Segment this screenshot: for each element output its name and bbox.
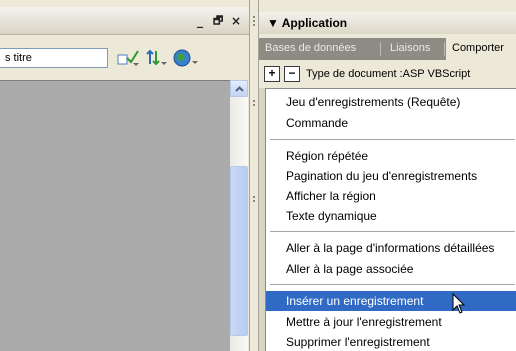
menu-item-recordset-paging[interactable]: Pagination du jeu d'enregistrements [266,166,516,186]
menu-separator [270,231,515,232]
menu-item-go-related-page[interactable]: Aller à la page associée [266,259,516,279]
menu-item-recordset[interactable]: Jeu d'enregistrements (Requête) [266,92,516,112]
panel-tabs: Bases de données Liaisons Comporter [259,38,516,60]
server-behaviors-menu: Jeu d'enregistrements (Requête) Commande… [265,88,516,351]
menu-separator [270,284,515,285]
panel-splitter[interactable] [249,0,259,351]
document-window: _ 🗗 × [0,0,252,351]
menu-item-insert-record[interactable]: Insérer un enregistrement [266,291,516,311]
document-type-row: + − Type de document :ASP VBScript [259,64,516,86]
file-management-icon[interactable] [145,48,167,68]
add-behavior-button[interactable]: + [264,66,280,82]
tab-databases[interactable]: Bases de données [259,38,362,60]
document-toolbar [0,45,252,75]
menu-separator [270,139,515,140]
document-titlebar: _ 🗗 × [0,7,252,35]
remove-behavior-button[interactable]: − [284,66,300,82]
close-button[interactable]: × [231,15,241,27]
tab-behaviors[interactable]: Comporter [446,38,516,60]
minimize-button[interactable]: _ [197,15,203,27]
restore-button[interactable]: 🗗 [213,15,223,27]
document-canvas[interactable] [0,80,230,351]
scroll-thumb[interactable] [230,166,248,336]
menu-item-dynamic-text[interactable]: Texte dynamique [266,206,516,226]
scroll-up-button[interactable] [230,80,248,97]
menu-item-command[interactable]: Commande [266,113,516,133]
title-input[interactable] [0,48,108,68]
preview-globe-icon[interactable] [173,48,199,68]
mouse-pointer-icon [452,293,466,314]
document-type-label: Type de document :ASP VBScript [306,68,471,80]
validate-markup-icon[interactable] [117,48,139,68]
menu-item-show-region[interactable]: Afficher la région [266,186,516,206]
menu-item-update-record[interactable]: Mettre à jour l'enregistrement [266,312,516,332]
panel-header[interactable]: ▼ Application [259,12,516,34]
vertical-scrollbar[interactable] [230,80,248,351]
menu-item-go-detail-page[interactable]: Aller à la page d'informations détaillée… [266,238,516,258]
panel-title[interactable]: ▼ Application [267,16,347,30]
menu-item-delete-record[interactable]: Supprimer l'enregistrement [266,332,516,351]
tab-bindings[interactable]: Liaisons [384,38,436,60]
chevron-up-icon [234,85,244,92]
menu-item-repeat-region[interactable]: Région répétée [266,146,516,166]
